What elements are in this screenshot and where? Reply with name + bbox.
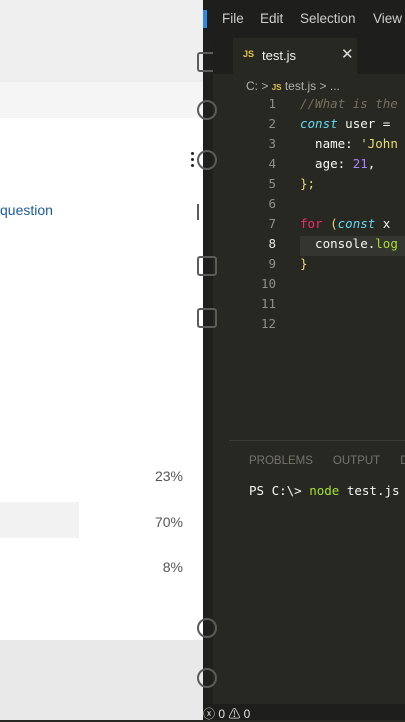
code-line: 5}; xyxy=(213,176,405,196)
code-line: 8 console.log xyxy=(213,236,405,256)
line-number: 5 xyxy=(268,176,276,191)
menu-edit[interactable]: Edit xyxy=(260,11,283,26)
activity-bar xyxy=(197,0,217,720)
poll-strip xyxy=(0,82,203,118)
account-icon[interactable] xyxy=(197,618,217,638)
code-text: user = xyxy=(337,116,391,131)
breadcrumb-drive[interactable]: C: xyxy=(246,79,258,93)
poll-header-area xyxy=(0,0,203,80)
code-line: 9} xyxy=(213,256,405,276)
menu-view[interactable]: View xyxy=(373,11,402,26)
code-text: console. xyxy=(300,236,376,251)
tab-problems[interactable]: PROBLEMS xyxy=(249,455,313,467)
line-number: 9 xyxy=(268,256,276,271)
terminal-prompt: PS C:\> xyxy=(249,483,310,498)
terminal-output[interactable]: PS C:\> node test.js xyxy=(249,483,400,498)
bottom-panel: PROBLEMS OUTPUT D PS C:\> node test.js xyxy=(229,440,405,699)
terminal-argument: test.js xyxy=(339,483,400,498)
line-number: 3 xyxy=(268,136,276,151)
menu-bar: File Edit Selection View xyxy=(203,0,405,38)
code-text: , xyxy=(367,156,376,171)
code-function: log xyxy=(375,236,398,251)
question-link[interactable]: question xyxy=(0,202,53,218)
problems-status[interactable]: ⓧ 0 ⚠ 0 xyxy=(203,705,250,722)
vscode-window: File Edit Selection View JS test.js ✕ C:… xyxy=(197,0,405,722)
line-number: 11 xyxy=(260,296,276,311)
code-string: 'John xyxy=(360,136,398,151)
code-text: } xyxy=(300,256,308,271)
code-keyword: const xyxy=(300,116,338,131)
poll-option-3-percent: 8% xyxy=(162,559,183,575)
breadcrumb-file[interactable]: test.js xyxy=(285,79,316,93)
tab-test-js[interactable]: JS test.js ✕ xyxy=(233,38,357,74)
line-number: 4 xyxy=(268,156,276,171)
poll-option-1-percent: 23% xyxy=(154,468,183,484)
code-text: }; xyxy=(300,176,316,191)
terminal-command: node xyxy=(309,483,340,498)
settings-gear-icon[interactable] xyxy=(197,668,217,688)
tab-debug-console[interactable]: D xyxy=(400,455,405,467)
code-number: 21 xyxy=(352,156,368,171)
vscode-logo-icon xyxy=(203,10,207,28)
code-comment: //What is the xyxy=(300,96,398,111)
line-number: 12 xyxy=(260,316,276,331)
breadcrumb-more[interactable]: ... xyxy=(330,79,340,93)
panel-tabs: PROBLEMS OUTPUT D xyxy=(249,455,405,467)
tab-filename: test.js xyxy=(262,48,296,63)
line-number: 8 xyxy=(268,236,276,251)
code-line: 11 xyxy=(213,296,405,316)
line-number: 2 xyxy=(268,116,276,131)
code-line: 1 //What is the xyxy=(213,96,405,116)
code-line: 2 const user = xyxy=(213,116,405,136)
status-bar: ⓧ 0 ⚠ 0 xyxy=(203,704,405,722)
code-text: x xyxy=(375,216,391,231)
chevron-right-icon: > xyxy=(261,79,269,93)
code-editor[interactable]: 1 //What is the 2 const user = 3 name: 'Jo… xyxy=(213,96,405,346)
code-line: 6 xyxy=(213,196,405,216)
editor-tab-bar: JS test.js ✕ xyxy=(213,38,405,74)
code-line: 4 age: 21, xyxy=(213,156,405,176)
code-line: 12 xyxy=(213,316,405,336)
poll-footer-area xyxy=(0,640,203,720)
code-line: 3 name: 'John xyxy=(213,136,405,156)
js-file-icon: JS xyxy=(271,83,282,92)
poll-option-2-percent: 70% xyxy=(154,514,183,530)
line-number: 6 xyxy=(268,196,276,211)
line-number: 1 xyxy=(268,96,276,111)
menu-file[interactable]: File xyxy=(222,11,244,26)
js-file-icon: JS xyxy=(243,49,255,59)
code-text: name: xyxy=(300,136,361,151)
code-text: age: xyxy=(300,156,353,171)
code-line: 7 for (const x xyxy=(213,216,405,236)
code-text: ( xyxy=(322,216,338,231)
code-line: 10 xyxy=(213,276,405,296)
code-keyword: const xyxy=(337,216,376,231)
line-number: 10 xyxy=(260,276,276,291)
poll-card: question 23% 70% 8% xyxy=(0,118,203,640)
poll-option-2-bar[interactable] xyxy=(0,502,79,538)
line-number: 7 xyxy=(268,216,276,231)
menu-selection[interactable]: Selection xyxy=(300,11,356,26)
close-icon[interactable]: ✕ xyxy=(341,45,354,63)
tab-output[interactable]: OUTPUT xyxy=(333,455,380,467)
breadcrumb: C: > JS test.js > ... xyxy=(246,79,340,93)
code-keyword: for xyxy=(300,216,323,231)
poll-panel: question 23% 70% 8% xyxy=(0,0,203,720)
chevron-right-icon: > xyxy=(319,79,327,93)
